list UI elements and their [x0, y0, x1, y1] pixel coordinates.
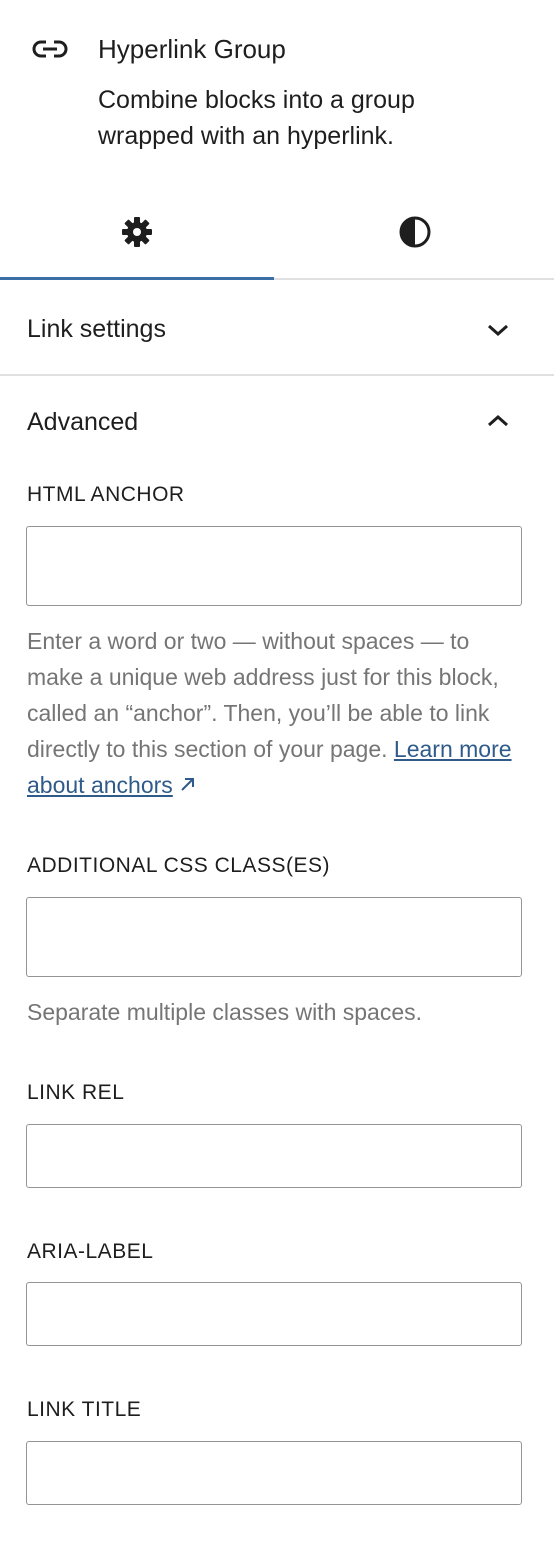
html-anchor-help: Enter a word or two — without spaces — t… — [27, 623, 527, 803]
link-rel-label: LINK REL — [27, 1081, 125, 1104]
html-anchor-input[interactable] — [26, 526, 522, 606]
tab-styles[interactable] — [276, 190, 554, 278]
additional-css-label: ADDITIONAL CSS CLASS(ES) — [27, 854, 330, 877]
tab-settings[interactable] — [0, 190, 274, 280]
gear-icon — [120, 215, 154, 254]
block-title: Hyperlink Group — [98, 34, 286, 64]
panel-advanced-toggle[interactable]: Advanced — [0, 376, 554, 468]
block-description: Combine blocks into a group wrapped with… — [98, 86, 415, 150]
link-icon — [31, 34, 69, 64]
additional-css-input[interactable] — [26, 897, 522, 977]
html-anchor-label: HTML ANCHOR — [27, 483, 185, 506]
external-link-icon — [177, 769, 199, 791]
additional-css-help: Separate multiple classes with spaces. — [27, 999, 423, 1025]
link-title-label: LINK TITLE — [27, 1398, 142, 1421]
chevron-up-icon — [483, 406, 513, 436]
link-rel-input[interactable] — [26, 1124, 522, 1188]
inspector-tabs — [0, 190, 554, 280]
chevron-down-icon — [483, 315, 513, 345]
contrast-icon — [397, 214, 433, 255]
aria-label-input[interactable] — [26, 1282, 522, 1346]
panel-advanced-title: Advanced — [27, 408, 139, 436]
link-title-input[interactable] — [26, 1441, 522, 1505]
active-tab-indicator — [0, 277, 274, 280]
block-card: Hyperlink Group Combine blocks into a gr… — [0, 0, 554, 190]
panel-link-settings-toggle[interactable]: Link settings — [0, 282, 554, 376]
panel-link-settings-title: Link settings — [27, 315, 166, 343]
aria-label-label: ARIA-LABEL — [27, 1240, 154, 1263]
